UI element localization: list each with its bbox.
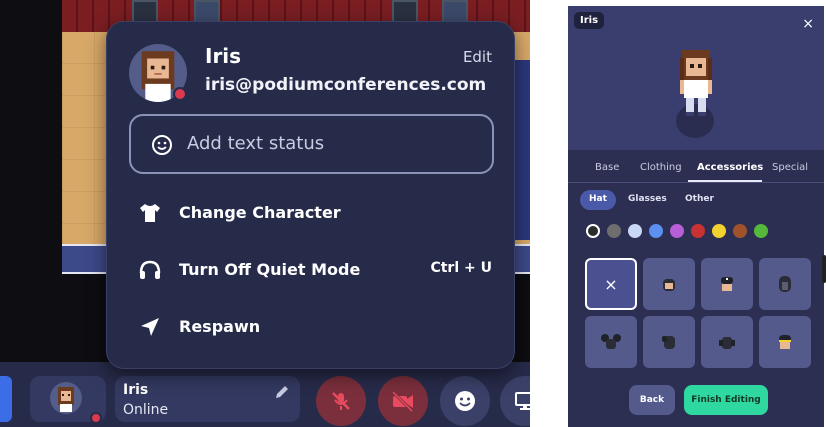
headphones-hat-icon — [719, 337, 735, 349]
color-swatch[interactable] — [754, 224, 768, 238]
toolbar-avatar-button[interactable] — [30, 376, 106, 424]
hat-item[interactable] — [701, 316, 753, 368]
profile-email: iris@podiumconferences.com — [205, 75, 487, 95]
hat-item[interactable] — [759, 316, 811, 368]
menu-item-shortcut: Ctrl + U — [430, 260, 492, 276]
camera-off-icon — [391, 390, 414, 412]
text-status-input[interactable]: Add text status — [129, 114, 494, 174]
tab-base[interactable]: Base — [595, 162, 619, 173]
hood-hat-icon — [779, 276, 791, 292]
back-button[interactable]: Back — [629, 385, 675, 415]
hat-item[interactable] — [701, 258, 753, 310]
game-viewport[interactable]: Iris Online Iris iris@podiumconferences.… — [0, 0, 530, 427]
shirt-icon — [137, 200, 163, 226]
text-status-placeholder: Add text status — [187, 133, 325, 154]
none-icon: × — [604, 274, 618, 294]
character-preview — [680, 50, 712, 116]
menu-item-label: Change Character — [179, 203, 341, 222]
close-icon[interactable]: × — [802, 16, 814, 32]
pencil-icon[interactable] — [274, 384, 290, 400]
hat-item[interactable] — [643, 258, 695, 310]
game-wall-edge — [514, 60, 530, 240]
toolbar-left-button[interactable] — [0, 376, 12, 422]
smile-icon — [455, 391, 475, 411]
subtab-other[interactable]: Other — [676, 190, 723, 210]
emote-button[interactable] — [440, 376, 490, 426]
tab-clothing[interactable]: Clothing — [640, 162, 682, 173]
color-swatch[interactable] — [649, 224, 663, 238]
menu-item-quiet-mode[interactable]: Turn Off Quiet Mode Ctrl + U — [137, 255, 492, 285]
hat-item[interactable] — [759, 258, 811, 310]
subtab-glasses[interactable]: Glasses — [619, 190, 676, 210]
tab-accessories[interactable]: Accessories — [697, 162, 763, 173]
side-hat-icon — [662, 336, 675, 349]
menu-item-change-character[interactable]: Change Character — [137, 198, 492, 228]
tab-special[interactable]: Special — [772, 162, 808, 173]
color-swatch[interactable] — [607, 224, 621, 238]
app-root: Iris Online Iris iris@podiumconferences.… — [0, 0, 826, 427]
toolbar-user-status: Online — [123, 402, 169, 418]
mic-muted-indicator — [173, 87, 187, 101]
character-name-chip: Iris — [574, 12, 605, 29]
menu-item-label: Respawn — [179, 317, 261, 336]
menu-item-respawn[interactable]: Respawn — [137, 312, 492, 342]
beanie-hat-icon — [663, 279, 675, 291]
profile-name: Iris — [205, 44, 242, 68]
item-none[interactable]: × — [585, 258, 637, 310]
color-swatch[interactable] — [586, 224, 600, 238]
monitor-icon — [515, 392, 530, 410]
color-swatch[interactable] — [712, 224, 726, 238]
headphones-icon — [137, 257, 163, 283]
avatar — [50, 382, 82, 414]
menu-item-label: Turn Off Quiet Mode — [179, 260, 361, 279]
mic-muted-indicator — [90, 412, 102, 424]
cap-hat-icon — [721, 277, 733, 291]
hat-item[interactable] — [585, 316, 637, 368]
scrollbar[interactable] — [822, 255, 826, 283]
toolbar-name-status[interactable]: Iris Online — [115, 376, 300, 422]
mic-toggle-button[interactable] — [316, 376, 366, 426]
color-swatch[interactable] — [628, 224, 642, 238]
color-swatch[interactable] — [670, 224, 684, 238]
editor-tabs: Base Clothing Accessories Special — [568, 158, 824, 184]
camera-toggle-button[interactable] — [378, 376, 428, 426]
ears-hat-icon — [601, 334, 621, 349]
color-swatch[interactable] — [733, 224, 747, 238]
hat-item[interactable] — [643, 316, 695, 368]
color-swatch[interactable] — [691, 224, 705, 238]
mic-off-icon — [332, 392, 350, 410]
toolbar-user-name: Iris — [123, 382, 149, 398]
finish-editing-button[interactable]: Finish Editing — [684, 385, 768, 415]
profile-menu: Iris iris@podiumconferences.com Edit Add… — [106, 21, 515, 369]
edit-profile-link[interactable]: Edit — [463, 48, 492, 66]
character-editor-panel: Iris × Base Clothing Accessories Special… — [568, 6, 824, 427]
character-preview-area: Iris × — [568, 6, 824, 150]
hardhat-hat-icon — [779, 335, 791, 349]
subtab-hat[interactable]: Hat — [580, 190, 616, 210]
navigate-arrow-icon — [137, 314, 163, 340]
smile-icon — [152, 135, 172, 155]
tabs-divider — [568, 182, 824, 183]
